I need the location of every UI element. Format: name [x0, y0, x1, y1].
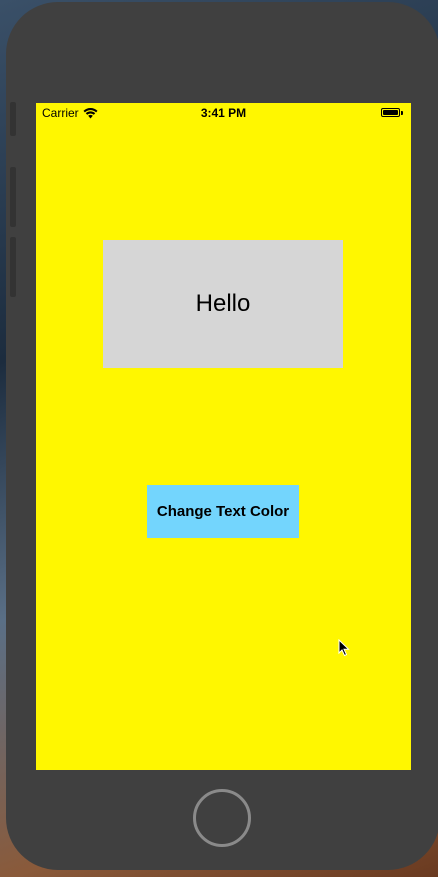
- mute-switch: [10, 102, 16, 136]
- volume-up-button: [10, 167, 16, 227]
- battery-icon: [381, 108, 403, 118]
- status-bar: Carrier 3:41 PM: [36, 103, 411, 123]
- change-text-color-button[interactable]: Change Text Color: [147, 485, 299, 538]
- home-button[interactable]: [193, 789, 251, 847]
- volume-down-button: [10, 237, 16, 297]
- hello-label: Hello: [103, 240, 343, 368]
- status-time: 3:41 PM: [200, 106, 247, 120]
- mouse-cursor-icon: [338, 638, 350, 662]
- app-screen: Carrier 3:41 PM Hello Change Text Color: [36, 103, 411, 770]
